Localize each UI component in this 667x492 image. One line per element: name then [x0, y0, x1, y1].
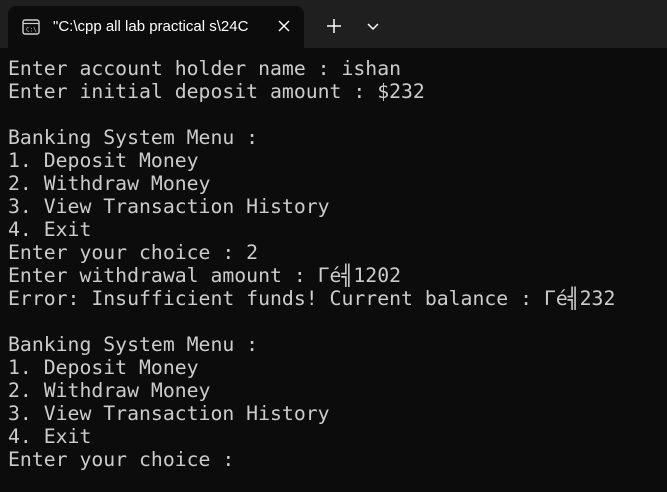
- chevron-down-icon: [367, 23, 379, 31]
- terminal-output[interactable]: Enter account holder name : ishan Enter …: [0, 48, 667, 492]
- terminal-line: Banking System Menu :: [8, 126, 259, 149]
- terminal-line: 1. Deposit Money: [8, 149, 199, 172]
- terminal-line: Enter withdrawal amount : Γé╣1202: [8, 264, 402, 287]
- terminal-line: 2. Withdraw Money: [8, 172, 211, 195]
- terminal-tab[interactable]: C:\ "C:\cpp all lab practical s\24C: [8, 6, 304, 48]
- terminal-line: Banking System Menu :: [8, 333, 259, 356]
- terminal-line: Enter your choice : 2: [8, 241, 259, 264]
- terminal-line: Error: Insufficient funds! Current balan…: [8, 287, 616, 310]
- tab-title: "C:\cpp all lab practical s\24C: [53, 18, 249, 35]
- terminal-line: 2. Withdraw Money: [8, 379, 211, 402]
- terminal-line: 1. Deposit Money: [8, 356, 199, 379]
- new-tab-button[interactable]: [316, 10, 352, 42]
- plus-icon: [327, 19, 341, 33]
- title-bar: C:\ "C:\cpp all lab practical s\24C: [0, 0, 667, 48]
- terminal-prompt-line: Enter your choice :: [8, 448, 247, 471]
- close-icon[interactable]: [276, 18, 292, 34]
- svg-text:C:\: C:\: [26, 27, 37, 34]
- terminal-line: 3. View Transaction History: [8, 402, 330, 425]
- terminal-line: 4. Exit: [8, 218, 92, 241]
- terminal-line: Enter initial deposit amount : $232: [8, 80, 425, 103]
- terminal-line: 3. View Transaction History: [8, 195, 330, 218]
- tab-dropdown-button[interactable]: [358, 10, 388, 42]
- terminal-line: Enter account holder name : ishan: [8, 57, 402, 80]
- terminal-line: 4. Exit: [8, 425, 92, 448]
- terminal-icon: C:\: [22, 19, 40, 35]
